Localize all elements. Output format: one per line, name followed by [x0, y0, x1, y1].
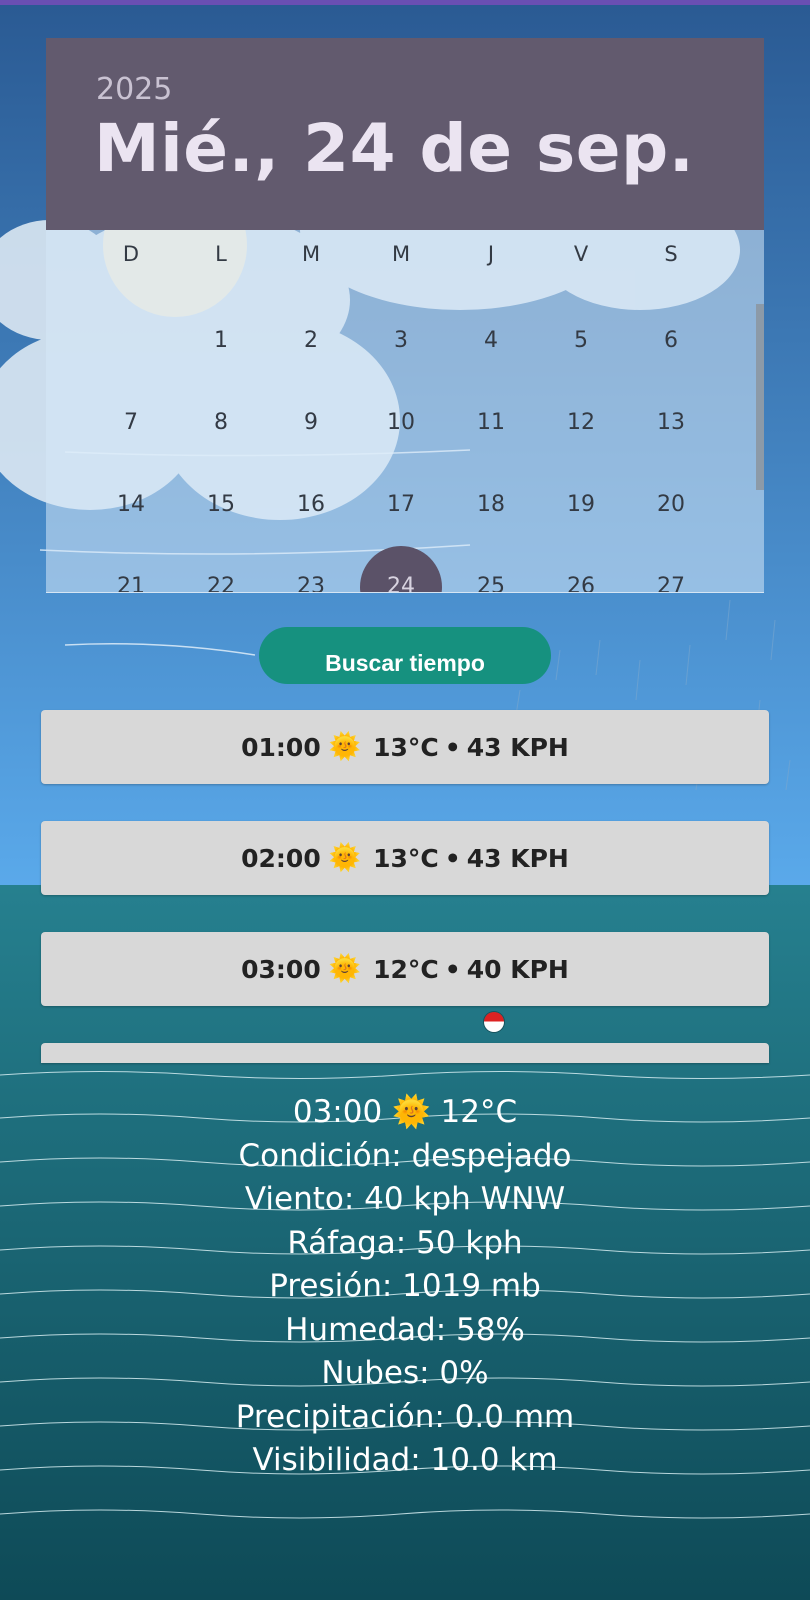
calendar-day[interactable]: 18 [461, 486, 521, 524]
hour-time: 03:00 [241, 954, 321, 984]
calendar-day[interactable]: 14 [101, 486, 161, 524]
weekday-label: S [664, 242, 678, 266]
hour-row[interactable]: 02:00 🌞 13°C • 43 KPH [41, 821, 769, 895]
calendar-day[interactable]: 23 [281, 568, 341, 592]
calendar-day[interactable]: 16 [281, 486, 341, 524]
calendar-day[interactable]: 27 [641, 568, 701, 592]
bullet-separator: • [444, 732, 461, 762]
weather-details: 03:00 🌞 12°C Condición: despejado Viento… [0, 1091, 810, 1483]
details-time: 03:00 [292, 1094, 383, 1130]
calendar-day[interactable]: 4 [461, 322, 521, 360]
sun-icon: 🌞 [328, 732, 362, 762]
details-condition: Condición: despejado [238, 1137, 572, 1174]
calendar-day[interactable]: 25 [461, 568, 521, 592]
calendar-day[interactable]: 19 [551, 486, 611, 524]
calendar-day[interactable]: 8 [191, 404, 251, 442]
calendar-scrollbar[interactable] [756, 304, 764, 490]
calendar-day[interactable]: 12 [551, 404, 611, 442]
hour-row[interactable]: 01:00 🌞 13°C • 43 KPH [41, 710, 769, 784]
calendar-day[interactable]: 2 [281, 322, 341, 360]
calendar-day[interactable]: 10 [371, 404, 431, 442]
weekday-label: D [122, 242, 140, 266]
calendar-day[interactable]: 21 [101, 568, 161, 592]
calendar-grid[interactable]: D L M M J V S 1 2 3 4 5 6 7 8 9 10 11 12 13 14 15 16 17 18 19 20 21… [46, 230, 764, 593]
calendar-day[interactable]: 5 [551, 322, 611, 360]
details-gust: Ráfaga: 50 kph [287, 1224, 523, 1261]
bullet-separator: • [444, 843, 461, 873]
hour-time: 02:00 [241, 843, 321, 873]
details-precipitation: Precipitación: 0.0 mm [235, 1398, 575, 1435]
calendar-day[interactable]: 7 [101, 404, 161, 442]
calendar-day[interactable]: 15 [191, 486, 251, 524]
calendar-day[interactable]: 17 [371, 486, 431, 524]
calendar-day[interactable]: 20 [641, 486, 701, 524]
sun-icon: 🌞 [392, 1094, 431, 1130]
details-summary: 03:00 🌞 12°C [0, 1091, 810, 1135]
calendar-day[interactable]: 6 [641, 322, 701, 360]
hour-temp: 13°C [373, 732, 439, 762]
details-pressure: Presión: 1019 mb [269, 1268, 541, 1304]
hour-temp: 12°C [373, 954, 439, 984]
weekday-label: M [301, 242, 321, 266]
status-bar-line [0, 0, 810, 5]
calendar-day[interactable]: 22 [191, 568, 251, 592]
weekday-label: M [391, 242, 411, 266]
sun-icon: 🌞 [328, 843, 362, 873]
picker-year[interactable]: 2025 [96, 72, 172, 107]
details-wind: Viento: 40 kph WNW [244, 1181, 566, 1217]
date-picker-header: 2025 Mié., 24 de sep. [46, 38, 764, 230]
details-visibility: Visibilidad: 10.0 km [252, 1442, 558, 1478]
weekday-label: J [487, 242, 495, 266]
hour-wind: 40 KPH [466, 954, 569, 984]
weekday-label: L [215, 242, 227, 266]
hour-time: 01:00 [241, 732, 321, 762]
weekday-label: V [573, 242, 589, 266]
hour-wind: 43 KPH [466, 843, 569, 873]
calendar-day[interactable]: 26 [551, 568, 611, 592]
calendar-day[interactable]: 9 [281, 404, 341, 442]
details-temp: 12°C [440, 1094, 518, 1130]
picker-selected-date: Mié., 24 de sep. [94, 110, 695, 187]
sun-icon: 🌞 [328, 954, 362, 984]
calendar-day[interactable]: 3 [371, 322, 431, 360]
details-clouds: Nubes: 0% [321, 1355, 489, 1391]
search-weather-button[interactable]: Buscar tiempo [259, 627, 551, 684]
hour-wind: 43 KPH [466, 732, 569, 762]
bullet-separator: • [444, 954, 461, 984]
calendar-day[interactable]: 13 [641, 404, 701, 442]
pokeball-icon [484, 1012, 504, 1032]
hour-row[interactable]: 03:00 🌞 12°C • 40 KPH [41, 932, 769, 1006]
hour-row[interactable] [41, 1043, 769, 1063]
details-humidity: Humedad: 58% [285, 1311, 525, 1348]
hour-temp: 13°C [373, 843, 439, 873]
calendar-day[interactable]: 11 [461, 404, 521, 442]
calendar-day[interactable]: 1 [191, 322, 251, 360]
calendar-day-selected[interactable]: 24 [360, 546, 442, 592]
